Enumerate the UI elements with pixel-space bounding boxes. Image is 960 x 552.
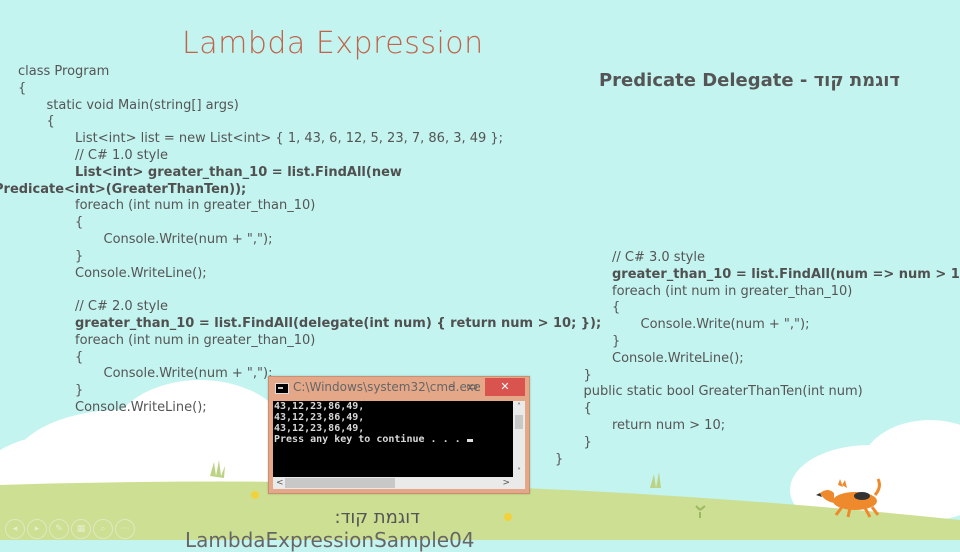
code-block-left: class Program{static void Main(string[] … bbox=[18, 64, 601, 417]
code-line: // C# 2.0 style bbox=[75, 299, 601, 316]
grass-tuft bbox=[650, 472, 661, 488]
vertical-scroll-thumb[interactable] bbox=[515, 415, 523, 429]
close-button[interactable]: ✕ bbox=[485, 378, 525, 396]
slides-grid-icon[interactable]: ▦ bbox=[71, 519, 91, 539]
next-slide-icon[interactable]: ▸ bbox=[27, 519, 47, 539]
cmd-titlebar[interactable]: C:\Windows\system32\cmd.exe – ▭ ✕ bbox=[269, 377, 529, 399]
code-line: // C# 3.0 style bbox=[612, 250, 960, 267]
maximize-button[interactable]: ▭ bbox=[465, 379, 479, 395]
code-line: public static bool GreaterThanTen(int nu… bbox=[584, 384, 960, 401]
code-line: } bbox=[75, 249, 601, 266]
console-line: 43,12,23,86,49, bbox=[274, 423, 473, 434]
code-line: foreach (int num in greater_than_10) bbox=[75, 333, 601, 350]
slideshow-nav: ◂▸✎▦⌕⋯ bbox=[5, 519, 135, 539]
scroll-right-icon[interactable]: > bbox=[502, 477, 510, 489]
console-text: 43,12,23,86,49,43,12,23,86,49,43,12,23,8… bbox=[274, 401, 473, 445]
console-icon bbox=[275, 383, 289, 394]
horizontal-scrollbar[interactable]: < > bbox=[273, 477, 513, 489]
more-options-icon[interactable]: ⋯ bbox=[115, 519, 135, 539]
code-line: } bbox=[584, 368, 960, 385]
code-line: Console.Write(num + ","); bbox=[104, 232, 602, 249]
code-line: List<int> list = new List<int> { 1, 43, … bbox=[75, 131, 601, 148]
console-output[interactable]: 43,12,23,86,49,43,12,23,86,49,43,12,23,8… bbox=[273, 401, 513, 477]
code-line: Predicate<int>(GreaterThanTen)); bbox=[0, 182, 601, 199]
pen-icon[interactable]: ✎ bbox=[49, 519, 69, 539]
code-line bbox=[75, 282, 601, 299]
minimize-button[interactable]: – bbox=[445, 379, 459, 395]
code-line: Console.WriteLine(); bbox=[612, 351, 960, 368]
flower-icon bbox=[504, 513, 512, 521]
code-line: { bbox=[18, 81, 601, 98]
slide-title: Lambda Expression bbox=[182, 26, 484, 61]
code-line: static void Main(string[] args) bbox=[47, 98, 602, 115]
resize-grip-icon[interactable] bbox=[513, 477, 525, 489]
code-line: { bbox=[75, 215, 601, 232]
cmd-window[interactable]: C:\Windows\system32\cmd.exe – ▭ ✕ 43,12,… bbox=[268, 376, 530, 494]
console-line: 43,12,23,86,49, bbox=[274, 412, 473, 423]
code-sample-filename: LambdaExpressionSample04 bbox=[185, 528, 475, 552]
code-line: greater_than_10 = list.FindAll(num => nu… bbox=[612, 267, 960, 284]
code-line: greater_than_10 = list.FindAll(delegate(… bbox=[75, 316, 601, 333]
code-line: Console.WriteLine(); bbox=[75, 266, 601, 283]
code-line: return num > 10; bbox=[612, 418, 960, 435]
prev-slide-icon[interactable]: ◂ bbox=[5, 519, 25, 539]
code-block-right: // C# 3.0 stylegreater_than_10 = list.Fi… bbox=[555, 250, 960, 468]
code-line: foreach (int num in greater_than_10) bbox=[75, 198, 601, 215]
zoom-icon[interactable]: ⌕ bbox=[93, 519, 113, 539]
code-line: List<int> greater_than_10 = list.FindAll… bbox=[75, 165, 601, 182]
code-line: { bbox=[75, 350, 601, 367]
code-line: } bbox=[584, 435, 960, 452]
console-line: 43,12,23,86,49, bbox=[274, 401, 473, 412]
console-line: Press any key to continue . . . bbox=[274, 434, 473, 445]
code-line: // C# 1.0 style bbox=[75, 148, 601, 165]
code-line: { bbox=[584, 401, 960, 418]
code-line: Console.Write(num + ","); bbox=[641, 317, 960, 334]
code-line: } bbox=[612, 334, 960, 351]
scroll-up-icon[interactable]: ˄ bbox=[513, 402, 525, 411]
vertical-scrollbar[interactable]: ˄ ˅ bbox=[513, 401, 525, 477]
code-line: } bbox=[555, 452, 960, 469]
code-line: { bbox=[612, 300, 960, 317]
scroll-left-icon[interactable]: < bbox=[276, 477, 284, 489]
code-line: class Program bbox=[18, 64, 601, 81]
flower-icon bbox=[251, 491, 259, 499]
code-line: { bbox=[47, 114, 602, 131]
code-sample-label: דוגמת קוד: bbox=[340, 507, 420, 528]
code-line: foreach (int num in greater_than_10) bbox=[612, 284, 960, 301]
slide-subtitle: Predicate Delegate - דוגמת קוד bbox=[599, 70, 900, 91]
cursor-icon bbox=[467, 439, 473, 442]
horizontal-scroll-thumb[interactable] bbox=[285, 478, 395, 488]
scroll-down-icon[interactable]: ˅ bbox=[513, 467, 525, 476]
